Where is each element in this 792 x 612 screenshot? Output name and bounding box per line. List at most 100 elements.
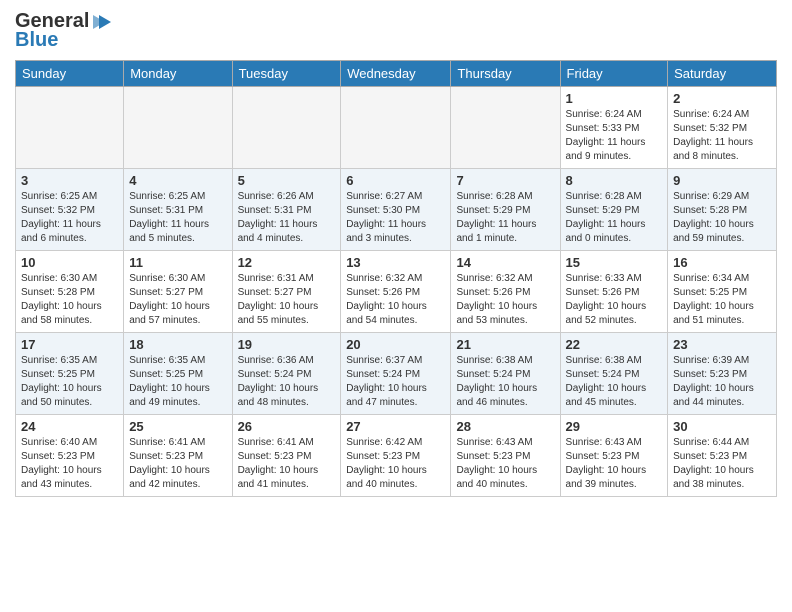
calendar-day: 10 Sunrise: 6:30 AM Sunset: 5:28 PM Dayli… [16,251,124,333]
day-number: 15 [566,255,663,270]
day-info: Sunrise: 6:35 AM Sunset: 5:25 PM Dayligh… [129,354,226,410]
calendar-day: 9 Sunrise: 6:29 AM Sunset: 5:28 PM Daylig… [668,169,777,251]
day-number: 26 [238,419,336,434]
day-info: Sunrise: 6:24 AM Sunset: 5:32 PM Dayligh… [673,108,771,164]
day-number: 20 [346,337,445,352]
day-info: Sunrise: 6:38 AM Sunset: 5:24 PM Dayligh… [456,354,554,410]
day-number: 12 [238,255,336,270]
day-number: 24 [21,419,118,434]
calendar-day: 17 Sunrise: 6:35 AM Sunset: 5:25 PM Dayli… [16,333,124,415]
day-info: Sunrise: 6:30 AM Sunset: 5:27 PM Dayligh… [129,272,226,328]
calendar-day: 16 Sunrise: 6:34 AM Sunset: 5:25 PM Dayli… [668,251,777,333]
logo-blue: Blue [15,29,58,52]
calendar-day [16,87,124,169]
day-header-friday: Friday [560,61,668,87]
day-info: Sunrise: 6:35 AM Sunset: 5:25 PM Dayligh… [21,354,118,410]
day-info: Sunrise: 6:42 AM Sunset: 5:23 PM Dayligh… [346,436,445,492]
day-number: 4 [129,173,226,188]
day-number: 2 [673,91,771,106]
day-number: 14 [456,255,554,270]
day-number: 22 [566,337,663,352]
calendar-week-row: 17 Sunrise: 6:35 AM Sunset: 5:25 PM Dayli… [16,333,777,415]
logo: General Blue [15,10,113,52]
calendar-day: 18 Sunrise: 6:35 AM Sunset: 5:25 PM Dayli… [124,333,232,415]
day-number: 16 [673,255,771,270]
day-info: Sunrise: 6:33 AM Sunset: 5:26 PM Dayligh… [566,272,663,328]
day-info: Sunrise: 6:28 AM Sunset: 5:29 PM Dayligh… [456,190,554,246]
header: General Blue [15,10,777,52]
day-info: Sunrise: 6:43 AM Sunset: 5:23 PM Dayligh… [456,436,554,492]
calendar-day: 27 Sunrise: 6:42 AM Sunset: 5:23 PM Dayli… [341,415,451,497]
day-number: 10 [21,255,118,270]
calendar-day: 3Sunrise: 6:25 AM Sunset: 5:32 PM Daylig… [16,169,124,251]
day-number: 25 [129,419,226,434]
day-number: 30 [673,419,771,434]
calendar-header-row: SundayMondayTuesdayWednesdayThursdayFrid… [16,61,777,87]
day-info: Sunrise: 6:36 AM Sunset: 5:24 PM Dayligh… [238,354,336,410]
day-info: Sunrise: 6:26 AM Sunset: 5:31 PM Dayligh… [238,190,336,246]
day-number: 8 [566,173,663,188]
day-info: Sunrise: 6:32 AM Sunset: 5:26 PM Dayligh… [346,272,445,328]
day-info: Sunrise: 6:30 AM Sunset: 5:28 PM Dayligh… [21,272,118,328]
day-number: 18 [129,337,226,352]
day-info: Sunrise: 6:41 AM Sunset: 5:23 PM Dayligh… [129,436,226,492]
calendar-day: 24 Sunrise: 6:40 AM Sunset: 5:23 PM Dayli… [16,415,124,497]
day-info: Sunrise: 6:38 AM Sunset: 5:24 PM Dayligh… [566,354,663,410]
calendar-day: 2 Sunrise: 6:24 AM Sunset: 5:32 PM Daylig… [668,87,777,169]
day-info: Sunrise: 6:43 AM Sunset: 5:23 PM Dayligh… [566,436,663,492]
day-info: Sunrise: 6:27 AM Sunset: 5:30 PM Dayligh… [346,190,445,246]
day-header-wednesday: Wednesday [341,61,451,87]
day-info: Sunrise: 6:41 AM Sunset: 5:23 PM Dayligh… [238,436,336,492]
day-number: 3 [21,173,118,188]
day-header-thursday: Thursday [451,61,560,87]
calendar-day: 28Sunrise: 6:43 AM Sunset: 5:23 PM Dayli… [451,415,560,497]
calendar-day [451,87,560,169]
calendar-day: 25 Sunrise: 6:41 AM Sunset: 5:23 PM Dayli… [124,415,232,497]
calendar-week-row: 10 Sunrise: 6:30 AM Sunset: 5:28 PM Dayli… [16,251,777,333]
calendar-week-row: 3Sunrise: 6:25 AM Sunset: 5:32 PM Daylig… [16,169,777,251]
calendar-day: 4Sunrise: 6:25 AM Sunset: 5:31 PM Daylig… [124,169,232,251]
calendar-day: 26 Sunrise: 6:41 AM Sunset: 5:23 PM Dayli… [232,415,341,497]
day-number: 13 [346,255,445,270]
day-info: Sunrise: 6:29 AM Sunset: 5:28 PM Dayligh… [673,190,771,246]
day-info: Sunrise: 6:32 AM Sunset: 5:26 PM Dayligh… [456,272,554,328]
day-number: 21 [456,337,554,352]
calendar-day: 1 Sunrise: 6:24 AM Sunset: 5:33 PM Daylig… [560,87,668,169]
calendar-day: 6 Sunrise: 6:27 AM Sunset: 5:30 PM Daylig… [341,169,451,251]
day-number: 27 [346,419,445,434]
day-number: 5 [238,173,336,188]
calendar-day: 29Sunrise: 6:43 AM Sunset: 5:23 PM Dayli… [560,415,668,497]
calendar-day: 30Sunrise: 6:44 AM Sunset: 5:23 PM Dayli… [668,415,777,497]
calendar-day [341,87,451,169]
day-info: Sunrise: 6:24 AM Sunset: 5:33 PM Dayligh… [566,108,663,164]
calendar-day: 23 Sunrise: 6:39 AM Sunset: 5:23 PM Dayli… [668,333,777,415]
day-number: 11 [129,255,226,270]
day-number: 1 [566,91,663,106]
day-number: 23 [673,337,771,352]
calendar-day: 14 Sunrise: 6:32 AM Sunset: 5:26 PM Dayli… [451,251,560,333]
day-number: 17 [21,337,118,352]
calendar-day: 13 Sunrise: 6:32 AM Sunset: 5:26 PM Dayli… [341,251,451,333]
calendar-day: 7 Sunrise: 6:28 AM Sunset: 5:29 PM Daylig… [451,169,560,251]
day-number: 19 [238,337,336,352]
day-info: Sunrise: 6:28 AM Sunset: 5:29 PM Dayligh… [566,190,663,246]
page-container: General Blue SundayMondayTuesdayWednesda… [0,0,792,507]
day-info: Sunrise: 6:39 AM Sunset: 5:23 PM Dayligh… [673,354,771,410]
day-info: Sunrise: 6:40 AM Sunset: 5:23 PM Dayligh… [21,436,118,492]
day-number: 6 [346,173,445,188]
calendar-day: 20 Sunrise: 6:37 AM Sunset: 5:24 PM Dayli… [341,333,451,415]
calendar-day: 11 Sunrise: 6:30 AM Sunset: 5:27 PM Dayli… [124,251,232,333]
day-info: Sunrise: 6:37 AM Sunset: 5:24 PM Dayligh… [346,354,445,410]
calendar-day: 19 Sunrise: 6:36 AM Sunset: 5:24 PM Dayli… [232,333,341,415]
calendar-week-row: 24 Sunrise: 6:40 AM Sunset: 5:23 PM Dayli… [16,415,777,497]
calendar-day: 12Sunrise: 6:31 AM Sunset: 5:27 PM Dayli… [232,251,341,333]
day-number: 7 [456,173,554,188]
calendar-day: 22 Sunrise: 6:38 AM Sunset: 5:24 PM Dayli… [560,333,668,415]
calendar-day [232,87,341,169]
day-header-tuesday: Tuesday [232,61,341,87]
calendar-day: 5 Sunrise: 6:26 AM Sunset: 5:31 PM Daylig… [232,169,341,251]
day-info: Sunrise: 6:34 AM Sunset: 5:25 PM Dayligh… [673,272,771,328]
day-number: 9 [673,173,771,188]
logo-icon [91,11,113,33]
calendar-table: SundayMondayTuesdayWednesdayThursdayFrid… [15,60,777,497]
